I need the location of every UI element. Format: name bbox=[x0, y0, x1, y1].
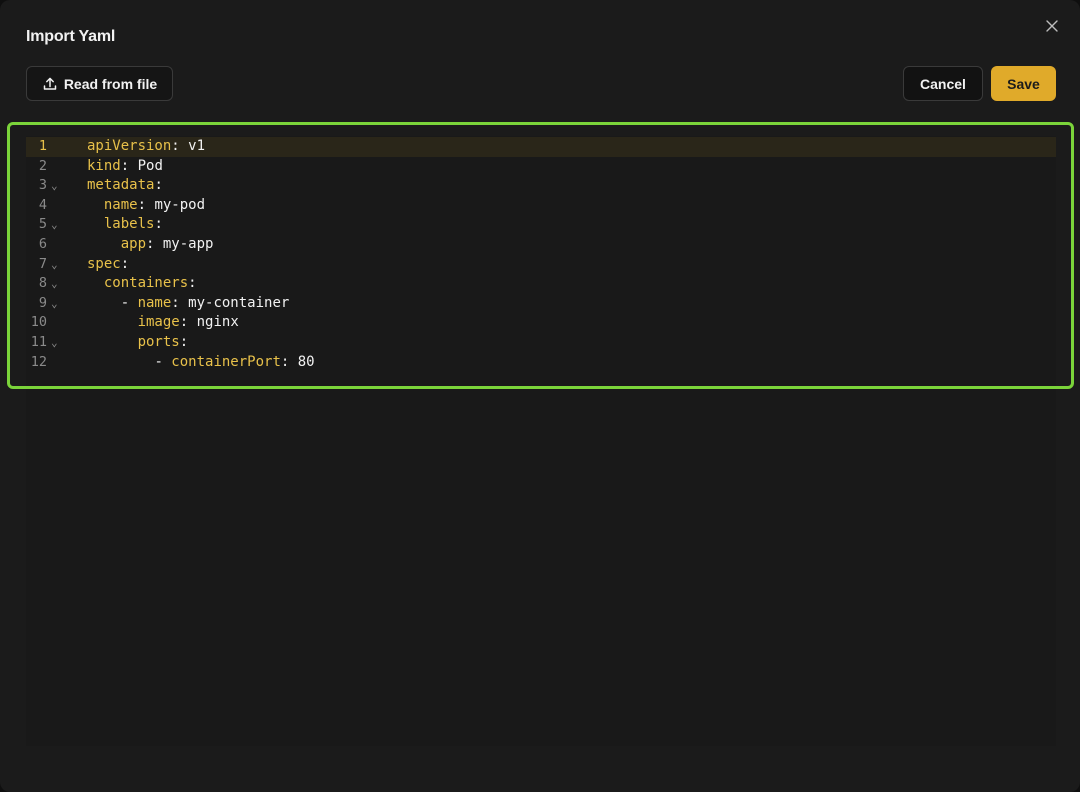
code-line[interactable]: 3 ⌄ metadata: bbox=[26, 176, 1056, 196]
yaml-value: my-app bbox=[154, 235, 214, 252]
yaml-value: 80 bbox=[289, 353, 315, 370]
code-line[interactable]: 8 ⌄ containers: bbox=[26, 274, 1056, 294]
colon: : bbox=[188, 275, 197, 292]
yaml-key: ports bbox=[137, 333, 180, 350]
colon: : bbox=[137, 196, 147, 213]
close-button[interactable] bbox=[1040, 14, 1064, 38]
cancel-button[interactable]: Cancel bbox=[903, 66, 983, 101]
line-number: 7 bbox=[38, 255, 47, 272]
yaml-key: labels bbox=[103, 216, 155, 233]
line-number: 12 bbox=[30, 353, 47, 370]
chevron-down-icon[interactable]: ⌄ bbox=[51, 255, 58, 275]
save-button[interactable]: Save bbox=[991, 66, 1056, 101]
colon: : bbox=[179, 314, 189, 331]
line-number: 10 bbox=[30, 314, 47, 331]
code-line[interactable]: 4 name: my-pod bbox=[26, 196, 1056, 216]
code-text: metadata: bbox=[87, 176, 163, 196]
colon: : bbox=[154, 216, 163, 233]
read-from-file-label: Read from file bbox=[63, 75, 158, 92]
code-text: app: my-app bbox=[87, 235, 214, 255]
code-line[interactable]: 6 app: my-app bbox=[26, 235, 1056, 255]
code-text: kind: Pod bbox=[87, 157, 163, 177]
line-number: 5 bbox=[38, 216, 47, 233]
colon: : bbox=[171, 138, 180, 154]
read-from-file-button[interactable]: Read from file bbox=[26, 66, 173, 101]
yaml-value: v1 bbox=[179, 138, 206, 154]
chevron-down-icon[interactable]: ⌄ bbox=[51, 294, 58, 314]
yaml-key: image bbox=[137, 314, 180, 331]
list-dash: - bbox=[120, 294, 138, 311]
code-line[interactable]: 5 ⌄ labels: bbox=[26, 215, 1056, 235]
code-line[interactable]: 1 apiVersion: v1 bbox=[26, 137, 1056, 157]
line-number: 1 bbox=[38, 138, 47, 154]
code-text: - containerPort: 80 bbox=[87, 353, 315, 373]
code-text: - name: my-container bbox=[87, 294, 290, 314]
colon: : bbox=[179, 333, 189, 350]
chevron-down-icon[interactable]: ⌄ bbox=[51, 176, 58, 196]
yaml-value: my-container bbox=[179, 294, 290, 311]
code-text: labels: bbox=[87, 215, 163, 235]
yaml-key: name bbox=[103, 196, 138, 213]
colon: : bbox=[120, 157, 130, 174]
close-icon bbox=[1046, 20, 1058, 32]
code-text: containers: bbox=[87, 274, 197, 294]
yaml-key: name bbox=[137, 294, 172, 311]
line-number: 11 bbox=[30, 333, 47, 350]
code-line[interactable]: 12 - containerPort: 80 bbox=[26, 353, 1056, 373]
code-text: image: nginx bbox=[87, 313, 239, 333]
code-line[interactable]: 2 kind: Pod bbox=[26, 157, 1056, 177]
yaml-key: spec bbox=[87, 255, 121, 272]
line-number: 9 bbox=[38, 294, 47, 311]
code-line[interactable]: 9 ⌄ - name: my-container bbox=[26, 294, 1056, 314]
code-line[interactable]: 10 image: nginx bbox=[26, 313, 1056, 333]
colon: : bbox=[171, 294, 180, 311]
line-number: 4 bbox=[38, 196, 47, 213]
chevron-down-icon[interactable]: ⌄ bbox=[51, 333, 58, 353]
line-number: 3 bbox=[38, 177, 47, 194]
chevron-down-icon[interactable]: ⌄ bbox=[51, 215, 58, 235]
code-text: apiVersion: v1 bbox=[87, 137, 205, 157]
code-line[interactable]: 11 ⌄ ports: bbox=[26, 333, 1056, 353]
line-number: 6 bbox=[38, 235, 47, 252]
yaml-key: containerPort bbox=[171, 353, 281, 370]
editor-lines: 1 apiVersion: v1 2 kind: Pod 3 ⌄ metadata: 4 na… bbox=[26, 137, 1056, 372]
code-line[interactable]: 7 ⌄ spec: bbox=[26, 255, 1056, 275]
colon: : bbox=[120, 255, 130, 272]
list-dash: - bbox=[154, 353, 172, 370]
yaml-key: containers bbox=[103, 275, 189, 292]
import-yaml-dialog: Import Yaml Read from file Cancel Save 1… bbox=[0, 0, 1080, 792]
yaml-value: nginx bbox=[188, 314, 239, 331]
dialog-title: Import Yaml bbox=[26, 28, 116, 45]
colon: : bbox=[154, 177, 163, 194]
code-text: name: my-pod bbox=[87, 196, 205, 216]
upload-icon bbox=[43, 77, 57, 90]
code-text: ports: bbox=[87, 333, 189, 353]
yaml-value: my-pod bbox=[146, 196, 206, 213]
line-number: 8 bbox=[38, 275, 47, 292]
yaml-value: Pod bbox=[129, 157, 163, 174]
yaml-code-editor[interactable]: 1 apiVersion: v1 2 kind: Pod 3 ⌄ metadata: 4 na… bbox=[26, 136, 1056, 746]
yaml-key: kind bbox=[87, 157, 121, 174]
chevron-down-icon[interactable]: ⌄ bbox=[51, 274, 58, 294]
line-number: 2 bbox=[38, 157, 47, 174]
yaml-key: metadata bbox=[87, 177, 155, 194]
yaml-key: app bbox=[120, 235, 147, 252]
code-text: spec: bbox=[87, 255, 129, 275]
yaml-key: apiVersion bbox=[87, 138, 172, 154]
